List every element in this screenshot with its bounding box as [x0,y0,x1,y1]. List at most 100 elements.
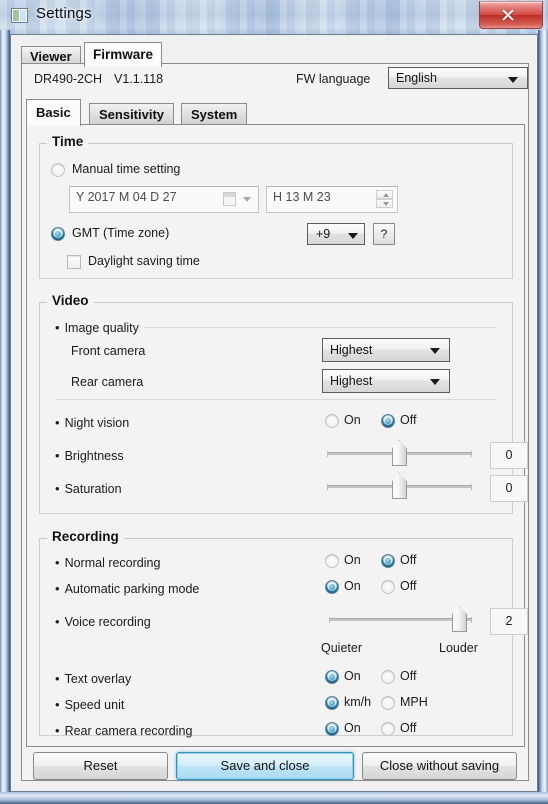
timezone-value: +9 [316,227,331,241]
dialog-button-bar: Reset Save and close Close without savin… [21,752,529,782]
rear-camera-recording-on-label: On [344,721,361,735]
text-overlay-off-radio[interactable] [381,670,395,684]
client-area: Viewer Firmware DR490-2CH V1.1.118 FW la… [10,34,538,792]
window-border-right [538,30,548,804]
night-vision-off-radio[interactable] [381,414,395,428]
text-overlay-label: Text overlay [55,671,132,686]
app-icon [11,8,28,23]
firmware-version: V1.1.118 [114,72,164,86]
daylight-saving-checkbox[interactable] [67,255,81,269]
normal-recording-off-label: Off [400,553,417,567]
saturation-label: Saturation [55,481,122,496]
parking-mode-label: Automatic parking mode [55,581,200,596]
daylight-saving-label: Daylight saving time [88,254,200,268]
night-vision-on-radio[interactable] [325,414,339,428]
brightness-slider[interactable] [327,440,472,466]
rear-camera-recording-off-radio[interactable] [381,722,395,736]
fw-language-select[interactable]: English [388,67,528,89]
rear-camera-quality-value: Highest [330,374,373,388]
voice-recording-value[interactable]: 2 [490,608,528,635]
text-overlay-on-label: On [344,669,361,683]
front-camera-label: Front camera [71,344,146,358]
voice-recording-label: Voice recording [55,614,151,629]
reset-button[interactable]: Reset [33,752,168,780]
normal-recording-on-radio[interactable] [325,554,339,568]
gmt-timezone-label: GMT (Time zone) [72,226,170,240]
front-camera-quality-select[interactable]: Highest [322,338,450,362]
rear-camera-recording-off-label: Off [400,721,417,735]
timezone-help-button[interactable]: ? [373,223,395,245]
text-overlay-off-label: Off [400,669,417,683]
chevron-down-icon [508,77,518,83]
image-quality-divider [145,327,497,328]
image-quality-label: Image quality [55,320,139,335]
video-group: Video Image quality Front camera Highest… [39,293,528,514]
rear-camera-recording-label: Rear camera recording [55,723,193,738]
front-camera-quality-value: Highest [330,343,373,357]
time-group-title: Time [47,134,89,149]
time-value: H 13 M 23 [273,190,331,204]
firmware-tab-panel: DR490-2CH V1.1.118 FW language English B… [21,63,529,781]
time-spinner-up[interactable] [376,190,393,199]
image-quality-bottom-divider [55,399,497,400]
rear-camera-quality-select[interactable]: Highest [322,369,450,393]
parking-mode-on-radio[interactable] [325,580,339,594]
normal-recording-on-label: On [344,553,361,567]
night-vision-label: Night vision [55,415,130,430]
time-group: Time Manual time setting Y 2017 M 04 D 2… [39,134,513,279]
tab-firmware[interactable]: Firmware [84,42,163,67]
voice-recording-slider[interactable] [329,606,472,632]
calendar-icon [223,192,236,206]
timezone-select[interactable]: +9 [307,223,365,245]
chevron-down-icon [430,348,440,354]
recording-group-title: Recording [47,529,124,544]
saturation-slider[interactable] [327,473,472,499]
recording-group: Recording Normal recording On Off Automa… [39,529,528,738]
close-icon[interactable] [479,1,543,29]
fw-language-value: English [396,71,437,85]
time-spinner-down[interactable] [376,199,393,208]
speed-unit-kmh-label: km/h [344,695,372,709]
window-title: Settings [36,5,92,22]
normal-recording-off-radio[interactable] [381,554,395,568]
date-value: Y 2017 M 04 D 27 [76,190,177,204]
speed-unit-kmh-radio[interactable] [325,696,339,710]
parking-mode-off-label: Off [400,579,417,593]
parking-mode-off-radio[interactable] [381,580,395,594]
saturation-value[interactable]: 0 [490,475,528,502]
chevron-down-icon [430,379,440,385]
manual-time-radio[interactable] [51,163,65,177]
close-without-saving-button[interactable]: Close without saving [362,752,517,780]
speed-unit-mph-label: MPH [400,695,428,709]
time-input[interactable]: H 13 M 23 [266,186,398,213]
tab-sensitivity[interactable]: Sensitivity [89,103,175,125]
night-vision-off-label: Off [400,413,417,427]
chevron-down-icon [348,233,358,239]
normal-recording-label: Normal recording [55,555,161,570]
rear-camera-label: Rear camera [71,375,144,389]
settings-window: Settings Viewer Firmware DR490-2CH V1.1.… [0,0,548,804]
voice-recording-slider-track [329,617,472,623]
tab-basic[interactable]: Basic [26,99,81,126]
night-vision-on-label: On [344,413,361,427]
date-dropdown-chevron-icon[interactable] [243,197,251,202]
manual-time-label: Manual time setting [72,162,181,176]
voice-louder-label: Louder [439,641,478,655]
basic-tab-panel: Time Manual time setting Y 2017 M 04 D 2… [26,124,528,747]
parking-mode-on-label: On [344,579,361,593]
voice-quieter-label: Quieter [321,641,362,655]
window-border-bottom [0,792,548,804]
brightness-value[interactable]: 0 [490,442,528,469]
fw-language-label: FW language [296,72,371,86]
text-overlay-on-radio[interactable] [325,670,339,684]
gmt-timezone-radio[interactable] [51,227,65,241]
window-border-left [0,30,10,804]
speed-unit-label: Speed unit [55,697,125,712]
save-and-close-button[interactable]: Save and close [176,752,354,780]
speed-unit-mph-radio[interactable] [381,696,395,710]
tab-system[interactable]: System [181,103,248,125]
date-input[interactable]: Y 2017 M 04 D 27 [69,186,259,213]
rear-camera-recording-on-radio[interactable] [325,722,339,736]
brightness-label: Brightness [55,448,124,463]
device-model: DR490-2CH [34,72,103,86]
